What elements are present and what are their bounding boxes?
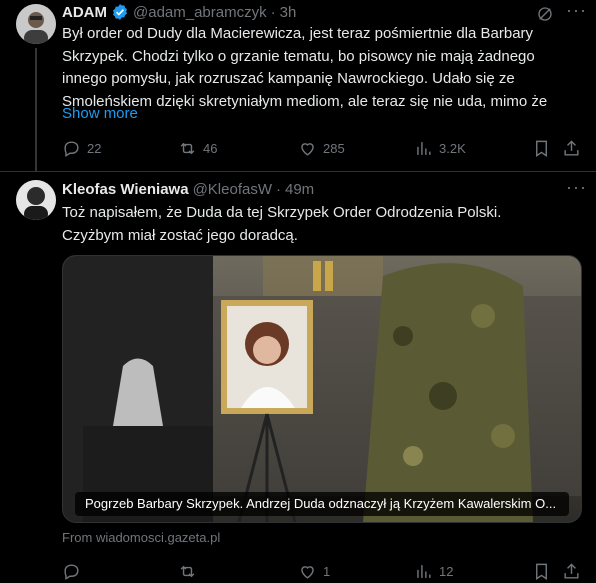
repost-count: 46 [203,140,218,156]
views-button[interactable]: 3.2K [414,139,466,158]
like-button[interactable]: 285 [298,139,345,158]
bookmark-icon [536,140,547,157]
reply-button[interactable]: 22 [62,139,101,158]
view-count: 3.2K [439,140,466,156]
tweet-text-line: Skrzypek. Chodzi tylko o grzanie tematu,… [62,47,535,65]
thread-line [35,48,37,172]
tweet-actions: 1 12 [62,559,582,583]
more-options-icon[interactable]: ··· [566,0,587,21]
tweet-text: Był order od Dudy dla Macierewicza, jest… [62,23,562,113]
share-button[interactable] [562,139,581,158]
display-name[interactable]: ADAM [62,4,107,21]
reply-icon [64,140,79,157]
handle[interactable]: @adam_abramczyk [133,4,267,21]
more-options-icon[interactable]: ··· [566,177,587,198]
link-card-title[interactable]: Pogrzeb Barbary Skrzypek. Andrzej Duda o… [75,492,569,516]
handle[interactable]: @KleofasW [193,181,272,198]
like-count: 285 [323,140,345,156]
show-more-link[interactable]: Show more [62,105,138,122]
repost-icon [180,142,195,154]
bookmark-button[interactable] [532,139,551,158]
timestamp[interactable]: 49m [285,181,314,198]
funeral-photo [63,256,581,522]
verified-badge-icon [111,3,129,21]
link-source[interactable]: From wiadomosci.gazeta.pl [62,530,220,545]
repost-button[interactable]: 46 [178,139,217,158]
display-name[interactable]: Kleofas Wieniawa [62,181,189,198]
reply-count: 22 [87,140,102,156]
share-icon [564,139,579,156]
view-count: 12 [439,563,454,579]
tweet-header: Kleofas Wieniawa @KleofasW · 49m [62,181,314,198]
timestamp[interactable]: 3h [280,4,297,21]
tweet-text-line: Czyżbym miał zostać jego doradcą. [62,226,298,244]
heart-icon [301,142,314,156]
tweet-text-line: Toż napisałem, że Duda da tej Skrzypek O… [62,204,502,221]
tweet-text-line: innego pomysłu, jak rozruszać kampanię N… [62,70,515,87]
tweet-text: Toż napisałem, że Duda da tej Skrzypek O… [62,202,562,247]
tweet-text-line: Był order od Dudy dla Macierewicza, jest… [62,25,534,42]
tweet-header: ADAM @adam_abramczyk · 3h [62,3,296,21]
separator: · [276,181,281,198]
divider [0,171,596,172]
avatar-kleofas[interactable] [16,180,56,220]
separator: · [270,3,276,21]
like-count: 1 [323,563,331,579]
link-card-image[interactable]: Pogrzeb Barbary Skrzypek. Andrzej Duda o… [62,255,582,523]
tweet-actions: 22 46 285 3.2K [62,136,582,160]
views-icon [417,141,431,155]
avatar-adam[interactable] [16,4,56,44]
